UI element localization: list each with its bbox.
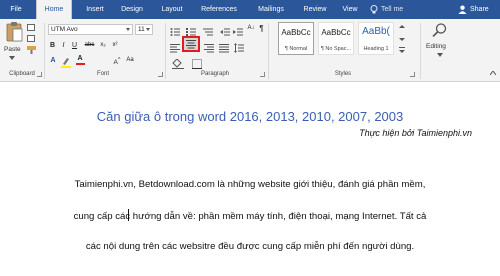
subscript-button[interactable]: x₂ (98, 40, 108, 51)
chevron-down-icon[interactable] (9, 56, 15, 60)
clipboard-launcher-icon[interactable] (37, 72, 42, 77)
line-spacing-button[interactable] (234, 40, 244, 53)
italic-button[interactable]: I (59, 40, 68, 51)
chevron-down-icon (126, 28, 130, 31)
change-case-button[interactable]: Aa (125, 55, 135, 66)
paragraph-line: các nội dung trên các websitre đều được … (85, 241, 415, 252)
style-normal[interactable]: AaBbCc ¶ Normal (278, 22, 314, 55)
paste-label: Paste (4, 46, 21, 53)
styles-scroll-icon[interactable] (399, 24, 405, 54)
tab-view[interactable]: View (337, 0, 363, 19)
style-sample: AaBbCc (281, 28, 311, 37)
style-name: ¶ Normal (284, 46, 308, 52)
tab-insert[interactable]: Insert (80, 0, 110, 19)
tab-layout[interactable]: Layout (156, 0, 188, 19)
numbering-button[interactable] (186, 24, 196, 36)
tab-file[interactable]: File (3, 0, 29, 19)
font-size-value: 11 (138, 26, 145, 33)
font-launcher-icon[interactable] (158, 72, 163, 77)
bullet-list-icon (170, 28, 180, 36)
tab-home[interactable]: Home (36, 0, 72, 19)
share-button[interactable]: Share (470, 0, 489, 19)
align-left-icon (170, 44, 180, 53)
document-page[interactable]: Căn giữa ô trong word 2016, 2013, 2010, … (0, 82, 500, 276)
tab-review[interactable]: Review (298, 0, 332, 19)
decrease-indent-button[interactable] (220, 24, 230, 36)
document-title: Căn giữa ô trong word 2016, 2013, 2010, … (96, 109, 404, 124)
text-effects-button[interactable]: A (48, 55, 58, 66)
text-cursor (128, 209, 129, 221)
justify-button[interactable] (219, 40, 229, 53)
paragraph-group-label: Paragraph (200, 71, 230, 77)
paragraph-line: Taimienphi.vn, Betdownload.com là những … (74, 179, 426, 190)
style-name: Heading 1 (363, 46, 389, 52)
group-divider (268, 23, 269, 79)
paragraph-line: cung cấp các hướng dẫn về: phần mềm máy … (73, 211, 427, 222)
align-center-button[interactable] (182, 36, 200, 52)
group-divider (44, 23, 45, 79)
chevron-down-icon (146, 28, 150, 31)
underline-button[interactable]: U (70, 40, 79, 51)
borders-button[interactable] (192, 56, 202, 69)
style-sample: AaBbCc (321, 28, 351, 37)
increase-indent-button[interactable] (233, 24, 243, 36)
styles-launcher-icon[interactable] (410, 72, 415, 77)
bold-button[interactable]: B (48, 40, 57, 51)
show-formatting-button[interactable]: ¶ (257, 23, 266, 34)
font-color-button[interactable]: A (75, 55, 85, 66)
paint-bucket-icon (172, 58, 184, 70)
clipboard-group-label: Clipboard (9, 71, 35, 77)
tell-me-box[interactable]: Tell me (381, 0, 403, 19)
copy-button[interactable] (27, 35, 35, 42)
align-right-icon (204, 44, 214, 53)
style-no-spacing[interactable]: AaBbCc ¶ No Spac... (318, 22, 354, 55)
font-group-label: Font (96, 71, 109, 77)
grow-font-button[interactable]: A^ (112, 55, 122, 66)
bullets-button[interactable] (170, 24, 180, 36)
editing-button[interactable]: Editing (426, 43, 446, 50)
collapse-ribbon-icon[interactable] (490, 71, 496, 75)
sort-button[interactable]: A↓ (246, 23, 256, 34)
styles-group-label: Styles (334, 71, 352, 77)
font-name-value: UTM Avo (51, 26, 78, 33)
font-size-dropdown[interactable]: 11 (135, 24, 153, 35)
ribbon-home: Paste Clipboard UTM Avo 11 B I U abc x₂ … (0, 19, 500, 82)
decrease-indent-icon (220, 28, 230, 36)
tab-mailings[interactable]: Mailings (251, 0, 291, 19)
chevron-down-icon[interactable] (437, 53, 443, 57)
shading-button[interactable] (172, 56, 184, 70)
tab-design[interactable]: Design (117, 0, 147, 19)
multilevel-list-button[interactable] (203, 24, 213, 36)
multilevel-list-icon (203, 28, 213, 36)
highlighter-icon (61, 58, 71, 68)
justify-icon (219, 44, 229, 53)
format-painter-icon[interactable] (27, 46, 36, 54)
font-name-dropdown[interactable]: UTM Avo (48, 24, 133, 35)
group-divider (165, 23, 166, 79)
align-left-button[interactable] (170, 40, 180, 53)
style-sample: AaBb( (362, 26, 390, 37)
document-subtitle: Thực hiện bởi Taimienphi.vn (359, 128, 472, 138)
paragraph-launcher-icon[interactable] (260, 72, 265, 77)
lightbulb-icon (370, 5, 378, 14)
align-center-icon (186, 40, 196, 49)
borders-icon (192, 59, 202, 69)
style-name: ¶ No Spac... (320, 46, 352, 52)
increase-indent-icon (233, 28, 243, 36)
person-icon (458, 5, 467, 14)
line-spacing-icon (234, 43, 244, 53)
align-right-button[interactable] (204, 40, 214, 53)
style-heading-1[interactable]: AaBb( Heading 1 (358, 22, 394, 55)
strikethrough-button[interactable]: abc (84, 40, 95, 51)
ribbon-tab-bar: File Home Insert Design Layout Reference… (0, 0, 500, 19)
tab-references[interactable]: References (196, 0, 242, 19)
paste-button[interactable] (5, 21, 23, 42)
cut-button[interactable] (27, 24, 35, 31)
superscript-button[interactable]: x² (110, 40, 120, 51)
clipboard-icon (6, 22, 23, 42)
highlight-button[interactable] (61, 55, 71, 68)
magnifier-icon[interactable] (432, 23, 448, 37)
group-divider (420, 23, 421, 79)
